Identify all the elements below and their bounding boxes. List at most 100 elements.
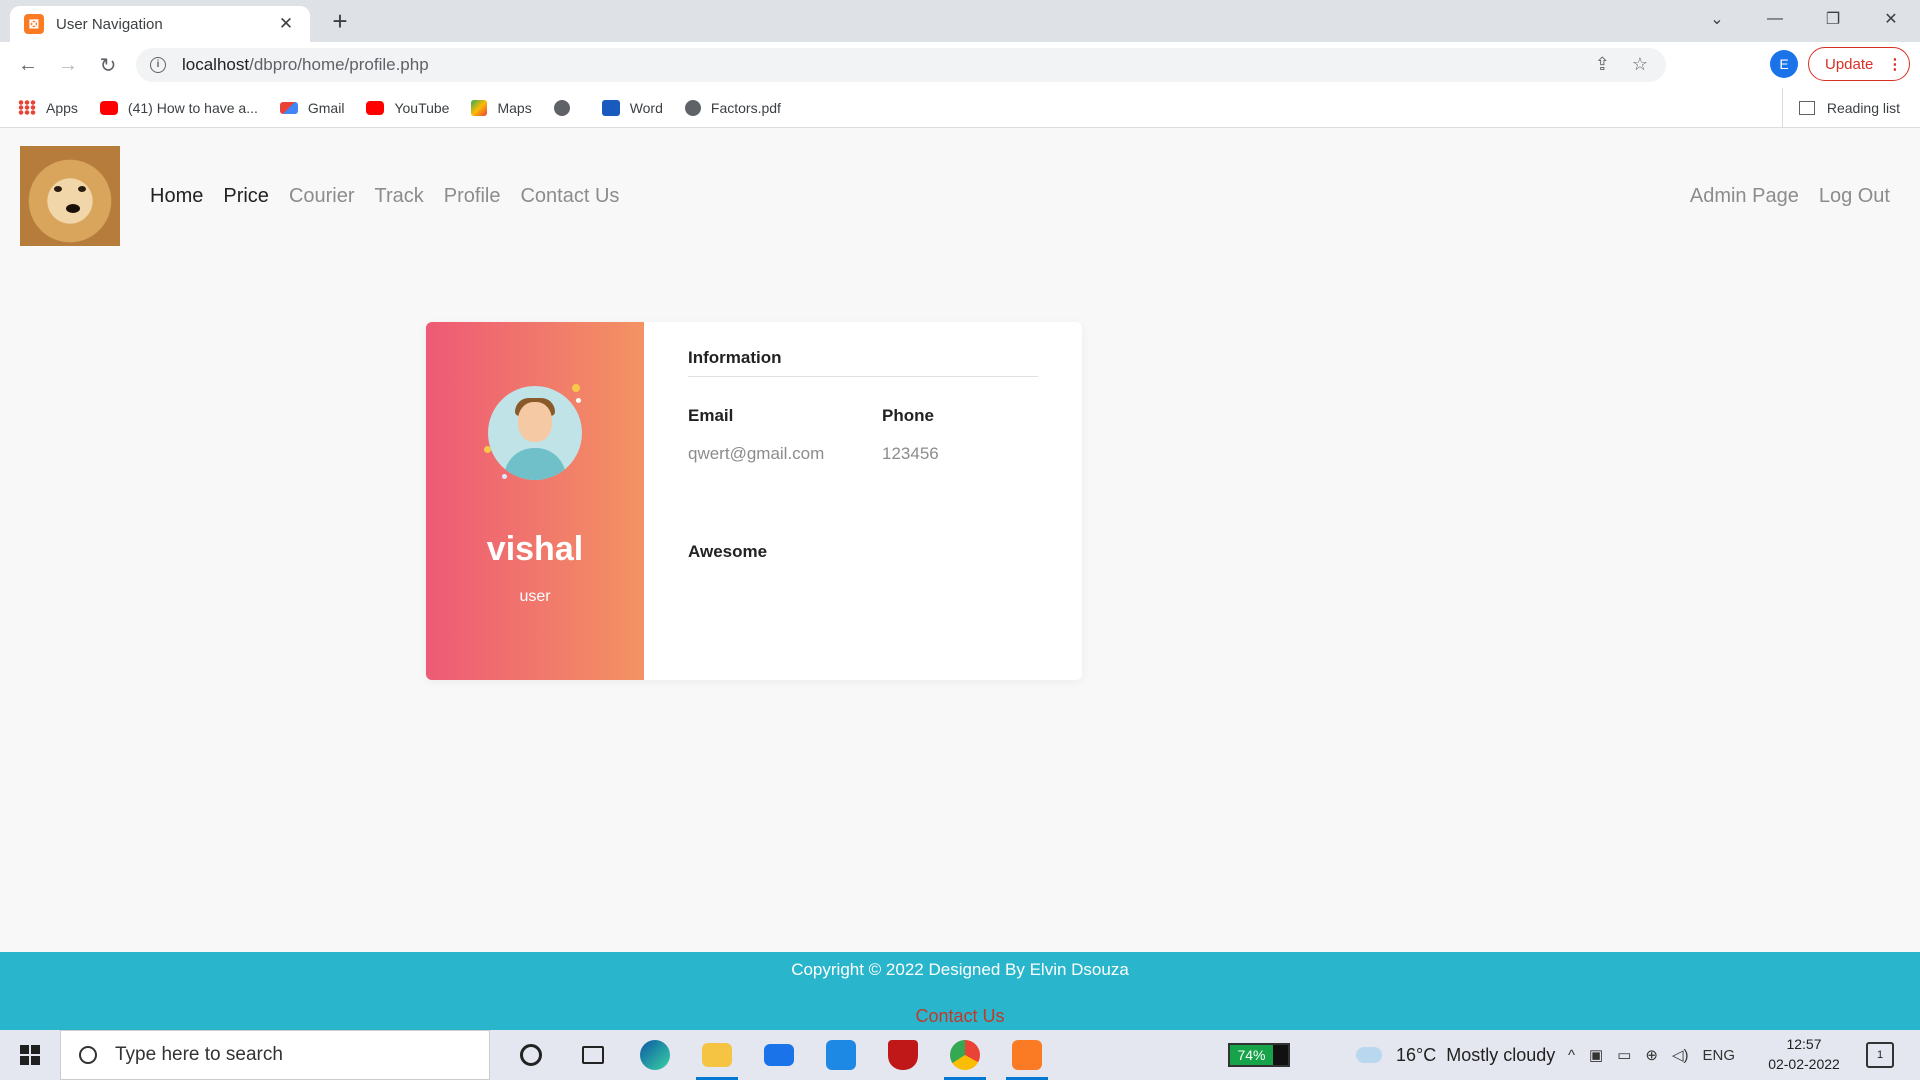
clock-date: 02-02-2022: [1768, 1056, 1840, 1072]
language-indicator[interactable]: ENG: [1703, 1047, 1736, 1064]
bookmark-youtube[interactable]: YouTube: [366, 100, 449, 116]
close-window-icon[interactable]: ✕: [1862, 9, 1920, 29]
battery-icon[interactable]: ▭: [1617, 1046, 1631, 1064]
back-arrow-icon[interactable]: ←: [8, 54, 48, 77]
bookmark-label: Maps: [497, 99, 532, 116]
bookmark-label: Apps: [46, 99, 78, 116]
cloud-icon: [1356, 1047, 1382, 1063]
profile-name: vishal: [486, 530, 584, 568]
nav-courier[interactable]: Courier: [289, 185, 355, 208]
url-text[interactable]: localhost/dbpro/home/profile.php: [182, 55, 429, 75]
app-l-icon: [826, 1040, 856, 1070]
bookmarks-bar: Apps (41) How to have a... Gmail YouTube…: [0, 88, 1920, 128]
menu-dots-icon: ⋮: [1887, 56, 1903, 73]
cortana-icon: [520, 1044, 542, 1066]
globe-icon: [553, 99, 570, 116]
volume-icon[interactable]: ◁): [1672, 1046, 1689, 1064]
globe-icon: [684, 99, 701, 116]
reading-list-button[interactable]: Reading list: [1781, 88, 1900, 128]
file-explorer-icon: [702, 1043, 732, 1067]
mail-button[interactable]: [748, 1030, 810, 1080]
site-footer: Copyright © 2022 Designed By Elvin Dsouz…: [0, 952, 1920, 1030]
address-bar[interactable]: i localhost/dbpro/home/profile.php ⇪ ☆: [136, 48, 1666, 82]
nav-home[interactable]: Home: [150, 185, 203, 208]
logo-eye: [54, 186, 62, 192]
edge-icon: [640, 1040, 670, 1070]
nav-track[interactable]: Track: [375, 185, 424, 208]
share-icon[interactable]: ⇪: [1595, 54, 1610, 75]
tab-close-icon[interactable]: ✕: [276, 14, 296, 34]
bookmark-gmail[interactable]: Gmail: [279, 99, 345, 116]
xampp-button[interactable]: [996, 1030, 1058, 1080]
logo-nose: [66, 204, 80, 213]
new-tab-button[interactable]: +: [325, 6, 355, 36]
nav-log-out[interactable]: Log Out: [1819, 185, 1890, 208]
meet-icon[interactable]: ▣: [1589, 1046, 1603, 1064]
email-value: qwert@gmail.com: [688, 444, 825, 463]
email-label: Email: [688, 406, 734, 425]
nav-contact[interactable]: Contact Us: [520, 185, 619, 208]
footer-contact-link[interactable]: Contact Us: [0, 1006, 1920, 1027]
xampp-icon: [1012, 1040, 1042, 1070]
bookmark-apps[interactable]: Apps: [18, 100, 78, 116]
bookmark-factors-pdf[interactable]: Factors.pdf: [684, 99, 781, 116]
phone-label: Phone: [882, 406, 934, 425]
window-controls: ⌄ — ❐ ✕: [1688, 0, 1920, 38]
tab-search-icon[interactable]: ⌄: [1688, 9, 1746, 29]
search-icon: [79, 1046, 97, 1064]
battery-indicator[interactable]: 74%: [1228, 1043, 1290, 1067]
taskbar-search[interactable]: Type here to search: [60, 1030, 490, 1080]
bookmark-star-icon[interactable]: ☆: [1632, 54, 1648, 75]
bookmark-word[interactable]: Word: [601, 99, 663, 116]
profile-card-right: Information Email qwert@gmail.com Phone …: [688, 322, 1038, 680]
footer-copyright: Copyright © 2022 Designed By Elvin Dsouz…: [791, 960, 1129, 979]
nav-admin-page[interactable]: Admin Page: [1690, 185, 1799, 208]
notifications-icon[interactable]: 1: [1866, 1042, 1894, 1068]
avatar-head: [518, 402, 552, 442]
decor-dot: [484, 446, 491, 453]
word-icon: [601, 99, 620, 116]
bookmark-youtube-video[interactable]: (41) How to have a...: [99, 99, 258, 116]
browser-tab-strip: ⊠ User Navigation ✕ + ⌄ — ❐ ✕: [0, 0, 1920, 42]
system-clock[interactable]: 12:57 02-02-2022: [1768, 1034, 1840, 1074]
logo-eye: [78, 186, 86, 192]
nav-right: Admin Page Log Out: [1670, 128, 1890, 264]
app-l-button[interactable]: [810, 1030, 872, 1080]
update-button[interactable]: Update ⋮: [1808, 47, 1910, 81]
file-explorer-button[interactable]: [686, 1030, 748, 1080]
forward-arrow-icon[interactable]: →: [48, 54, 88, 77]
profile-card-left: vishal user: [426, 322, 644, 680]
bookmark-globe[interactable]: [553, 99, 580, 116]
windows-logo-icon: [20, 1045, 40, 1065]
mcafee-button[interactable]: [872, 1030, 934, 1080]
bookmark-maps[interactable]: Maps: [471, 99, 532, 116]
chrome-button[interactable]: [934, 1030, 996, 1080]
chevron-up-icon[interactable]: ^: [1568, 1047, 1575, 1064]
edge-button[interactable]: [624, 1030, 686, 1080]
taskbar-search-placeholder: Type here to search: [115, 1044, 283, 1065]
bookmark-label: (41) How to have a...: [127, 99, 258, 116]
weather-text: Mostly cloudy: [1446, 1044, 1556, 1065]
avatar-body: [504, 448, 566, 480]
site-logo[interactable]: [20, 146, 120, 246]
reload-icon[interactable]: ↻: [88, 53, 128, 78]
temperature: 16°C: [1396, 1044, 1437, 1065]
start-button[interactable]: [0, 1030, 60, 1080]
clock-time: 12:57: [1786, 1036, 1822, 1052]
update-label: Update: [1825, 55, 1874, 73]
network-globe-icon[interactable]: ⊕: [1645, 1046, 1658, 1064]
task-view-button[interactable]: [562, 1030, 624, 1080]
nav-price[interactable]: Price: [223, 185, 269, 208]
taskbar-apps: [500, 1030, 1058, 1080]
main-nav: Home Price Courier Track Profile Contact…: [150, 128, 639, 264]
nav-profile[interactable]: Profile: [444, 185, 501, 208]
weather-widget[interactable]: 16°C Mostly cloudy: [1356, 1030, 1555, 1080]
restore-icon[interactable]: ❐: [1804, 9, 1862, 29]
mail-icon: [764, 1044, 794, 1066]
cortana-button[interactable]: [500, 1030, 562, 1080]
bookmark-label: Gmail: [307, 99, 345, 116]
browser-tab[interactable]: ⊠ User Navigation ✕: [10, 6, 310, 42]
profile-avatar[interactable]: E: [1770, 50, 1798, 78]
minimize-icon[interactable]: —: [1746, 10, 1804, 28]
site-info-icon[interactable]: i: [150, 57, 166, 73]
